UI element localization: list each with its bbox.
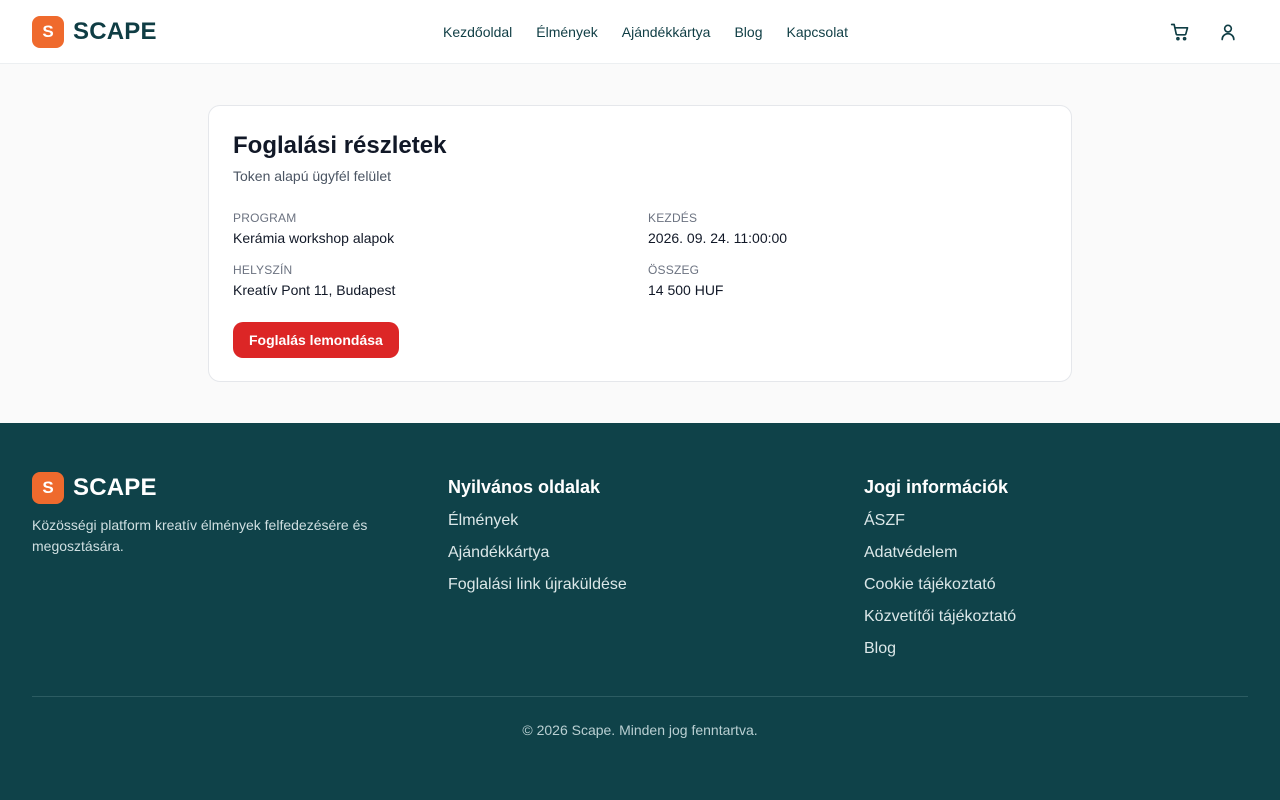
footer-link-intermediary[interactable]: Közvetítői tájékoztató <box>864 607 1016 627</box>
copyright-text: © 2026 Scape. Minden jog fenntartva. <box>522 722 758 738</box>
footer-link-experiences[interactable]: Élmények <box>448 511 627 531</box>
nav-item-blog[interactable]: Blog <box>734 22 762 42</box>
cart-button[interactable] <box>1168 20 1192 44</box>
field-value: 14 500 HUF <box>648 282 724 298</box>
footer-column-title: Jogi információk <box>864 477 1009 497</box>
field-label: ÖSSZEG <box>648 263 700 277</box>
field-program: PROGRAM Kerámia workshop alapok <box>233 210 613 248</box>
field-start: KEZDÉS 2026. 09. 24. 11:00:00 <box>648 210 1028 248</box>
footer-link-giftcard[interactable]: Ajándékkártya <box>448 543 627 563</box>
cancel-booking-button[interactable]: Foglalás lemondása <box>233 322 399 358</box>
footer-link-blog[interactable]: Blog <box>864 639 1016 659</box>
account-button[interactable] <box>1216 20 1240 44</box>
field-value: 2026. 09. 24. 11:00:00 <box>648 230 788 246</box>
field-label: HELYSZÍN <box>233 263 293 277</box>
logo-badge: S <box>32 16 64 48</box>
footer-link-terms[interactable]: ÁSZF <box>864 511 1016 531</box>
page-title: Foglalási részletek <box>233 132 447 159</box>
footer-link-resend-booking[interactable]: Foglalási link újraküldése <box>448 575 627 595</box>
footer-description: Közösségi platform kreatív élmények felf… <box>32 517 368 554</box>
user-icon <box>1221 24 1235 41</box>
booking-details-card: Foglalási részletek Token alapú ügyfél f… <box>208 105 1072 382</box>
logo-badge: S <box>32 472 64 504</box>
footer-column-title: Nyilvános oldalak <box>448 477 601 497</box>
footer-divider <box>32 696 1248 697</box>
site-header: S SCAPE Kezdőoldal Élmények Ajándékkárty… <box>0 0 1280 64</box>
field-label: KEZDÉS <box>648 211 698 225</box>
page-subtitle: Token alapú ügyfél felület <box>233 168 391 184</box>
footer-logo-link[interactable]: S SCAPE <box>32 472 157 504</box>
field-label: PROGRAM <box>233 211 297 225</box>
main-nav: Kezdőoldal Élmények Ajándékkártya Blog K… <box>443 22 848 42</box>
main-content: Foglalási részletek Token alapú ügyfél f… <box>0 64 1280 423</box>
logo-text: SCAPE <box>73 18 157 45</box>
footer-legal-links: Jogi információk ÁSZF Adatvédelem Cookie… <box>864 475 1016 671</box>
nav-item-giftcard[interactable]: Ajándékkártya <box>622 22 711 42</box>
field-amount: ÖSSZEG 14 500 HUF <box>648 262 1028 300</box>
nav-item-home[interactable]: Kezdőoldal <box>443 22 512 42</box>
footer-link-cookies[interactable]: Cookie tájékoztató <box>864 575 1016 595</box>
site-footer: S SCAPE Közösségi platform kreatív élmén… <box>0 423 1280 800</box>
nav-item-contact[interactable]: Kapcsolat <box>787 22 848 42</box>
footer-link-privacy[interactable]: Adatvédelem <box>864 543 1016 563</box>
field-value: Kreatív Pont 11, Budapest <box>233 282 396 298</box>
field-value: Kerámia workshop alapok <box>233 230 395 246</box>
logo-text: SCAPE <box>73 474 157 501</box>
logo-link[interactable]: S SCAPE <box>32 16 157 48</box>
cart-icon <box>1170 23 1189 41</box>
nav-item-experiences[interactable]: Élmények <box>536 22 597 42</box>
field-location: HELYSZÍN Kreatív Pont 11, Budapest <box>233 262 613 300</box>
footer-public-links: Nyilvános oldalak Élmények Ajándékkártya… <box>448 475 627 607</box>
